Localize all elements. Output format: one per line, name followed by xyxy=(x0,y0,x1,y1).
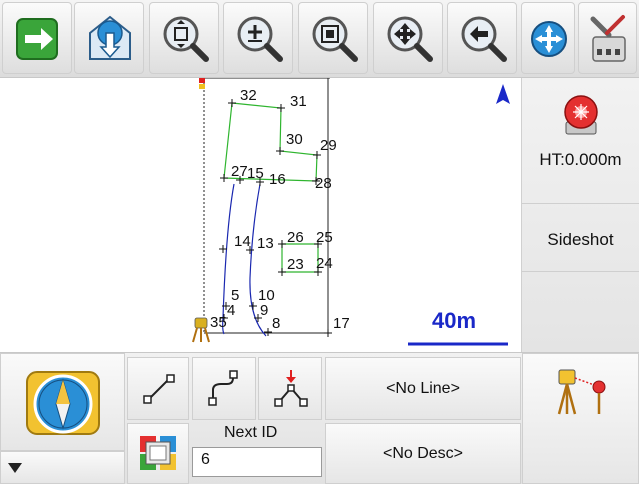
line-tool-button[interactable] xyxy=(127,357,189,420)
pan-icon[interactable] xyxy=(373,2,443,74)
no-desc-label: <No Desc> xyxy=(382,444,464,462)
instrument-prism-icon xyxy=(557,369,606,415)
point-label: 2 xyxy=(212,78,220,80)
point-label: 23 xyxy=(287,256,304,273)
tools-icon[interactable] xyxy=(578,2,637,74)
measure-button[interactable] xyxy=(522,353,639,484)
no-line-label: <No Line> xyxy=(386,379,460,397)
point-label: 30 xyxy=(286,131,303,148)
point-label: 31 xyxy=(290,93,307,110)
point-label: 26 xyxy=(287,229,304,246)
compass-level-icon xyxy=(26,371,100,435)
line-segment-icon xyxy=(143,374,175,404)
prism-target-icon xyxy=(564,95,598,135)
back-arrow-icon[interactable] xyxy=(447,2,517,74)
ht-label: HT:0.000m xyxy=(539,150,622,169)
app-window: 2 33 32 31 30 29 27 15 16 28 14 13 26 25… xyxy=(0,0,639,484)
curve-tool-button[interactable] xyxy=(192,357,256,420)
layers-icon xyxy=(140,436,176,470)
chevron-down-icon xyxy=(8,463,22,473)
main-menu-button[interactable] xyxy=(0,353,125,451)
point-label: 16 xyxy=(269,171,286,188)
toolbar xyxy=(0,0,639,78)
insert-vertex-icon xyxy=(274,370,308,407)
point-label: 14 xyxy=(234,233,251,250)
line-select-button[interactable]: <No Line> xyxy=(325,357,521,420)
point-label: 17 xyxy=(333,315,350,332)
point-label: 35 xyxy=(210,314,227,331)
map-view[interactable]: 2 33 32 31 30 29 27 15 16 28 14 13 26 25… xyxy=(0,63,522,352)
point-label: 24 xyxy=(316,255,333,272)
description-select-button[interactable]: <No Desc> xyxy=(325,423,521,484)
point-label: 9 xyxy=(260,302,268,319)
point-label: 28 xyxy=(315,175,332,192)
zoom-extents-icon[interactable] xyxy=(149,2,219,74)
marker-yellow-icon xyxy=(199,84,205,89)
marker-red-icon xyxy=(199,78,205,83)
point-label: 33 xyxy=(333,78,350,80)
zoom-in-icon[interactable] xyxy=(223,2,293,74)
point-label: 8 xyxy=(272,315,280,332)
north-arrow-icon xyxy=(496,84,510,104)
point-label: 15 xyxy=(247,165,264,182)
map-canvas[interactable]: 2 33 32 31 30 29 27 15 16 28 14 13 26 25… xyxy=(0,63,521,352)
point-label: 29 xyxy=(320,137,337,154)
point-label: 27 xyxy=(231,163,248,180)
layers-button[interactable] xyxy=(127,423,189,484)
next-id-label: Next ID xyxy=(224,424,278,441)
bottom-panel: <No Line> Next ID 6 <No Desc> xyxy=(0,352,639,484)
next-id-input[interactable]: 6 xyxy=(192,447,322,477)
sideshot-button[interactable]: Sideshot xyxy=(522,204,639,272)
point-label: 25 xyxy=(316,229,333,246)
expand-menu-button[interactable] xyxy=(0,451,125,484)
zoom-window-icon[interactable] xyxy=(298,2,368,74)
scale-label: 40m xyxy=(432,308,476,333)
polyline-curve-icon xyxy=(208,370,238,406)
point-label: 4 xyxy=(227,302,235,319)
measure-down-icon[interactable] xyxy=(74,2,144,74)
prism-height-button[interactable]: HT:0.000m xyxy=(522,78,639,204)
sideshot-label: Sideshot xyxy=(547,230,614,249)
instrument-station-icon xyxy=(192,317,210,343)
side-panel: HT:0.000m Sideshot xyxy=(522,78,639,352)
arrow-right-icon[interactable] xyxy=(2,2,72,74)
navigate-icon[interactable] xyxy=(521,2,575,74)
insert-point-button[interactable] xyxy=(258,357,322,420)
point-label: 13 xyxy=(257,235,274,252)
point-label: 32 xyxy=(240,87,257,104)
